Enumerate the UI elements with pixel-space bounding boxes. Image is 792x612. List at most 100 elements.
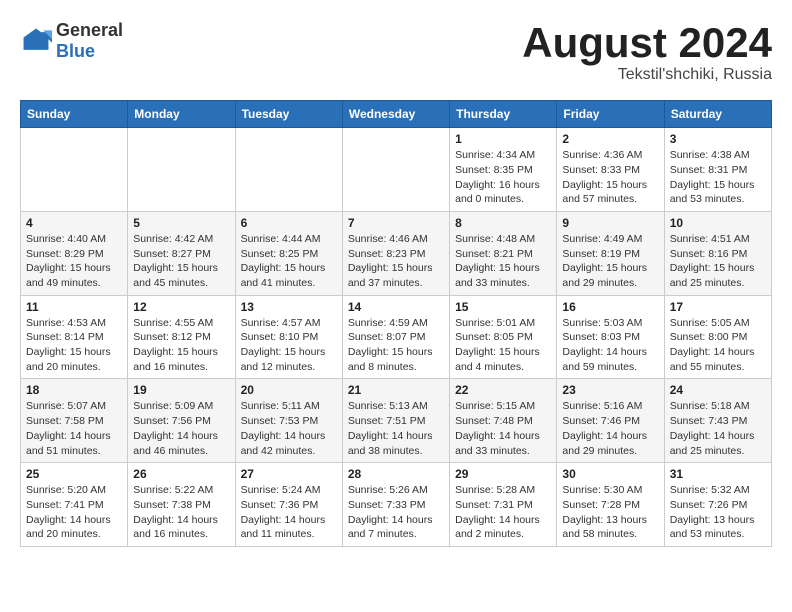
header-day-monday: Monday	[128, 101, 235, 128]
day-number: 27	[241, 467, 337, 481]
day-info: Sunrise: 5:01 AM Sunset: 8:05 PM Dayligh…	[455, 316, 551, 375]
day-info: Sunrise: 4:40 AM Sunset: 8:29 PM Dayligh…	[26, 232, 122, 291]
calendar-cell	[21, 128, 128, 212]
header-day-thursday: Thursday	[450, 101, 557, 128]
day-info: Sunrise: 4:36 AM Sunset: 8:33 PM Dayligh…	[562, 148, 658, 207]
day-number: 4	[26, 216, 122, 230]
day-number: 13	[241, 300, 337, 314]
title-block: August 2024 Tekstil'shchiki, Russia	[522, 20, 772, 84]
calendar-cell: 12Sunrise: 4:55 AM Sunset: 8:12 PM Dayli…	[128, 295, 235, 379]
calendar-cell: 3 Sunrise: 4:38 AM Sunset: 8:31 PM Daylig…	[664, 128, 771, 212]
day-info: Sunrise: 4:38 AM Sunset: 8:31 PM Dayligh…	[670, 148, 766, 207]
day-number: 17	[670, 300, 766, 314]
day-number: 6	[241, 216, 337, 230]
logo-icon	[20, 25, 52, 57]
header-day-wednesday: Wednesday	[342, 101, 449, 128]
week-row-3: 11 Sunrise: 4:53 AM Sunset: 8:14 PM Dayli…	[21, 295, 772, 379]
day-info: Sunrise: 5:24 AM Sunset: 7:36 PM Dayligh…	[241, 483, 337, 542]
calendar-cell: 13 Sunrise: 4:57 AM Sunset: 8:10 PM Dayli…	[235, 295, 342, 379]
calendar-cell	[342, 128, 449, 212]
calendar-cell: 1 Sunrise: 4:34 AM Sunset: 8:35 PM Daylig…	[450, 128, 557, 212]
day-number: 7	[348, 216, 444, 230]
calendar-cell: 20Sunrise: 5:11 AM Sunset: 7:53 PM Dayli…	[235, 379, 342, 463]
day-info: Sunrise: 5:26 AM Sunset: 7:33 PM Dayligh…	[348, 483, 444, 542]
calendar-cell: 26 Sunrise: 5:22 AM Sunset: 7:38 PM Dayli…	[128, 463, 235, 547]
week-row-2: 4 Sunrise: 4:40 AM Sunset: 8:29 PM Daylig…	[21, 211, 772, 295]
calendar-cell: 5Sunrise: 4:42 AM Sunset: 8:27 PM Daylig…	[128, 211, 235, 295]
calendar-cell: 24Sunrise: 5:18 AM Sunset: 7:43 PM Dayli…	[664, 379, 771, 463]
logo: General Blue	[20, 20, 123, 62]
day-info: Sunrise: 4:49 AM Sunset: 8:19 PM Dayligh…	[562, 232, 658, 291]
day-info: Sunrise: 4:34 AM Sunset: 8:35 PM Dayligh…	[455, 148, 551, 207]
day-number: 26	[133, 467, 229, 481]
day-info: Sunrise: 5:22 AM Sunset: 7:38 PM Dayligh…	[133, 483, 229, 542]
header-day-sunday: Sunday	[21, 101, 128, 128]
day-number: 21	[348, 383, 444, 397]
day-info: Sunrise: 5:07 AM Sunset: 7:58 PM Dayligh…	[26, 399, 122, 458]
calendar-cell: 31 Sunrise: 5:32 AM Sunset: 7:26 PM Dayli…	[664, 463, 771, 547]
calendar-table: SundayMondayTuesdayWednesdayThursdayFrid…	[20, 100, 772, 547]
day-number: 29	[455, 467, 551, 481]
calendar-cell: 16Sunrise: 5:03 AM Sunset: 8:03 PM Dayli…	[557, 295, 664, 379]
day-info: Sunrise: 4:46 AM Sunset: 8:23 PM Dayligh…	[348, 232, 444, 291]
day-number: 24	[670, 383, 766, 397]
calendar-cell: 19 Sunrise: 5:09 AM Sunset: 7:56 PM Dayli…	[128, 379, 235, 463]
calendar-cell: 30 Sunrise: 5:30 AM Sunset: 7:28 PM Dayli…	[557, 463, 664, 547]
day-info: Sunrise: 5:32 AM Sunset: 7:26 PM Dayligh…	[670, 483, 766, 542]
day-info: Sunrise: 5:11 AM Sunset: 7:53 PM Dayligh…	[241, 399, 337, 458]
day-number: 22	[455, 383, 551, 397]
day-info: Sunrise: 4:48 AM Sunset: 8:21 PM Dayligh…	[455, 232, 551, 291]
day-number: 18	[26, 383, 122, 397]
calendar-cell: 8Sunrise: 4:48 AM Sunset: 8:21 PM Daylig…	[450, 211, 557, 295]
calendar-cell: 21 Sunrise: 5:13 AM Sunset: 7:51 PM Dayli…	[342, 379, 449, 463]
day-number: 19	[133, 383, 229, 397]
calendar-cell	[235, 128, 342, 212]
week-row-4: 18 Sunrise: 5:07 AM Sunset: 7:58 PM Dayli…	[21, 379, 772, 463]
calendar-cell: 28 Sunrise: 5:26 AM Sunset: 7:33 PM Dayli…	[342, 463, 449, 547]
calendar-cell: 2Sunrise: 4:36 AM Sunset: 8:33 PM Daylig…	[557, 128, 664, 212]
day-info: Sunrise: 5:09 AM Sunset: 7:56 PM Dayligh…	[133, 399, 229, 458]
day-number: 14	[348, 300, 444, 314]
calendar-cell	[128, 128, 235, 212]
day-info: Sunrise: 5:16 AM Sunset: 7:46 PM Dayligh…	[562, 399, 658, 458]
calendar-cell: 17 Sunrise: 5:05 AM Sunset: 8:00 PM Dayli…	[664, 295, 771, 379]
day-number: 15	[455, 300, 551, 314]
day-number: 11	[26, 300, 122, 314]
calendar-cell: 10 Sunrise: 4:51 AM Sunset: 8:16 PM Dayli…	[664, 211, 771, 295]
day-info: Sunrise: 4:55 AM Sunset: 8:12 PM Dayligh…	[133, 316, 229, 375]
day-number: 1	[455, 132, 551, 146]
calendar-cell: 29Sunrise: 5:28 AM Sunset: 7:31 PM Dayli…	[450, 463, 557, 547]
calendar-cell: 6Sunrise: 4:44 AM Sunset: 8:25 PM Daylig…	[235, 211, 342, 295]
logo-general-text: General	[56, 20, 123, 41]
calendar-cell: 25Sunrise: 5:20 AM Sunset: 7:41 PM Dayli…	[21, 463, 128, 547]
day-number: 28	[348, 467, 444, 481]
day-info: Sunrise: 5:05 AM Sunset: 8:00 PM Dayligh…	[670, 316, 766, 375]
calendar-cell: 22 Sunrise: 5:15 AM Sunset: 7:48 PM Dayli…	[450, 379, 557, 463]
calendar-cell: 14Sunrise: 4:59 AM Sunset: 8:07 PM Dayli…	[342, 295, 449, 379]
day-number: 16	[562, 300, 658, 314]
week-row-1: 1 Sunrise: 4:34 AM Sunset: 8:35 PM Daylig…	[21, 128, 772, 212]
day-info: Sunrise: 4:51 AM Sunset: 8:16 PM Dayligh…	[670, 232, 766, 291]
page-header: General Blue August 2024 Tekstil'shchiki…	[20, 20, 772, 84]
day-info: Sunrise: 5:30 AM Sunset: 7:28 PM Dayligh…	[562, 483, 658, 542]
calendar-cell: 11 Sunrise: 4:53 AM Sunset: 8:14 PM Dayli…	[21, 295, 128, 379]
calendar-cell: 15 Sunrise: 5:01 AM Sunset: 8:05 PM Dayli…	[450, 295, 557, 379]
header-day-saturday: Saturday	[664, 101, 771, 128]
day-info: Sunrise: 5:13 AM Sunset: 7:51 PM Dayligh…	[348, 399, 444, 458]
calendar-cell: 27 Sunrise: 5:24 AM Sunset: 7:36 PM Dayli…	[235, 463, 342, 547]
calendar-cell: 23Sunrise: 5:16 AM Sunset: 7:46 PM Dayli…	[557, 379, 664, 463]
day-number: 5	[133, 216, 229, 230]
calendar-cell: 7 Sunrise: 4:46 AM Sunset: 8:23 PM Daylig…	[342, 211, 449, 295]
day-info: Sunrise: 4:53 AM Sunset: 8:14 PM Dayligh…	[26, 316, 122, 375]
day-number: 10	[670, 216, 766, 230]
day-info: Sunrise: 5:15 AM Sunset: 7:48 PM Dayligh…	[455, 399, 551, 458]
day-info: Sunrise: 4:57 AM Sunset: 8:10 PM Dayligh…	[241, 316, 337, 375]
day-number: 31	[670, 467, 766, 481]
logo-blue-text: Blue	[56, 41, 123, 62]
month-title: August 2024	[522, 20, 772, 66]
calendar-cell: 18 Sunrise: 5:07 AM Sunset: 7:58 PM Dayli…	[21, 379, 128, 463]
day-number: 3	[670, 132, 766, 146]
day-number: 30	[562, 467, 658, 481]
day-number: 9	[562, 216, 658, 230]
week-row-5: 25Sunrise: 5:20 AM Sunset: 7:41 PM Dayli…	[21, 463, 772, 547]
